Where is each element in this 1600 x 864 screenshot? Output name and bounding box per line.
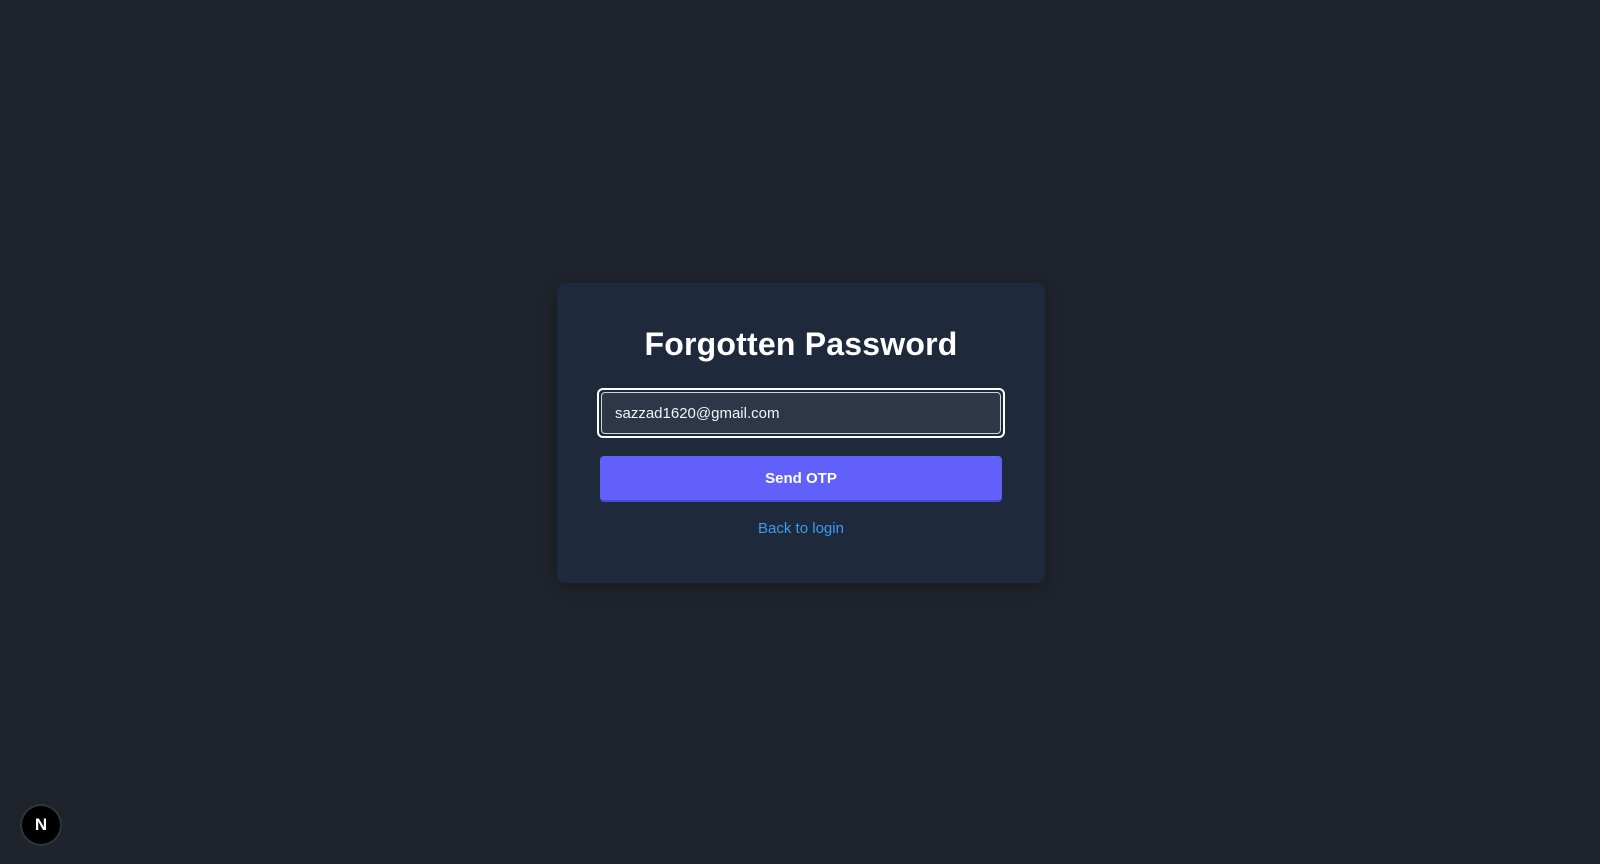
nextjs-logo-icon[interactable]: N (22, 806, 60, 844)
forgot-password-card: Forgotten Password Send OTP Back to logi… (557, 283, 1045, 583)
email-field[interactable] (601, 392, 1001, 434)
email-field-focus-ring (597, 388, 1005, 438)
send-otp-button[interactable]: Send OTP (600, 456, 1002, 500)
page-title: Forgotten Password (644, 326, 958, 362)
back-to-login-link[interactable]: Back to login (557, 520, 1045, 537)
nextjs-badge-letter: N (34, 815, 48, 834)
forgotten-password-page: Forgotten Password Send OTP Back to logi… (0, 0, 1600, 864)
